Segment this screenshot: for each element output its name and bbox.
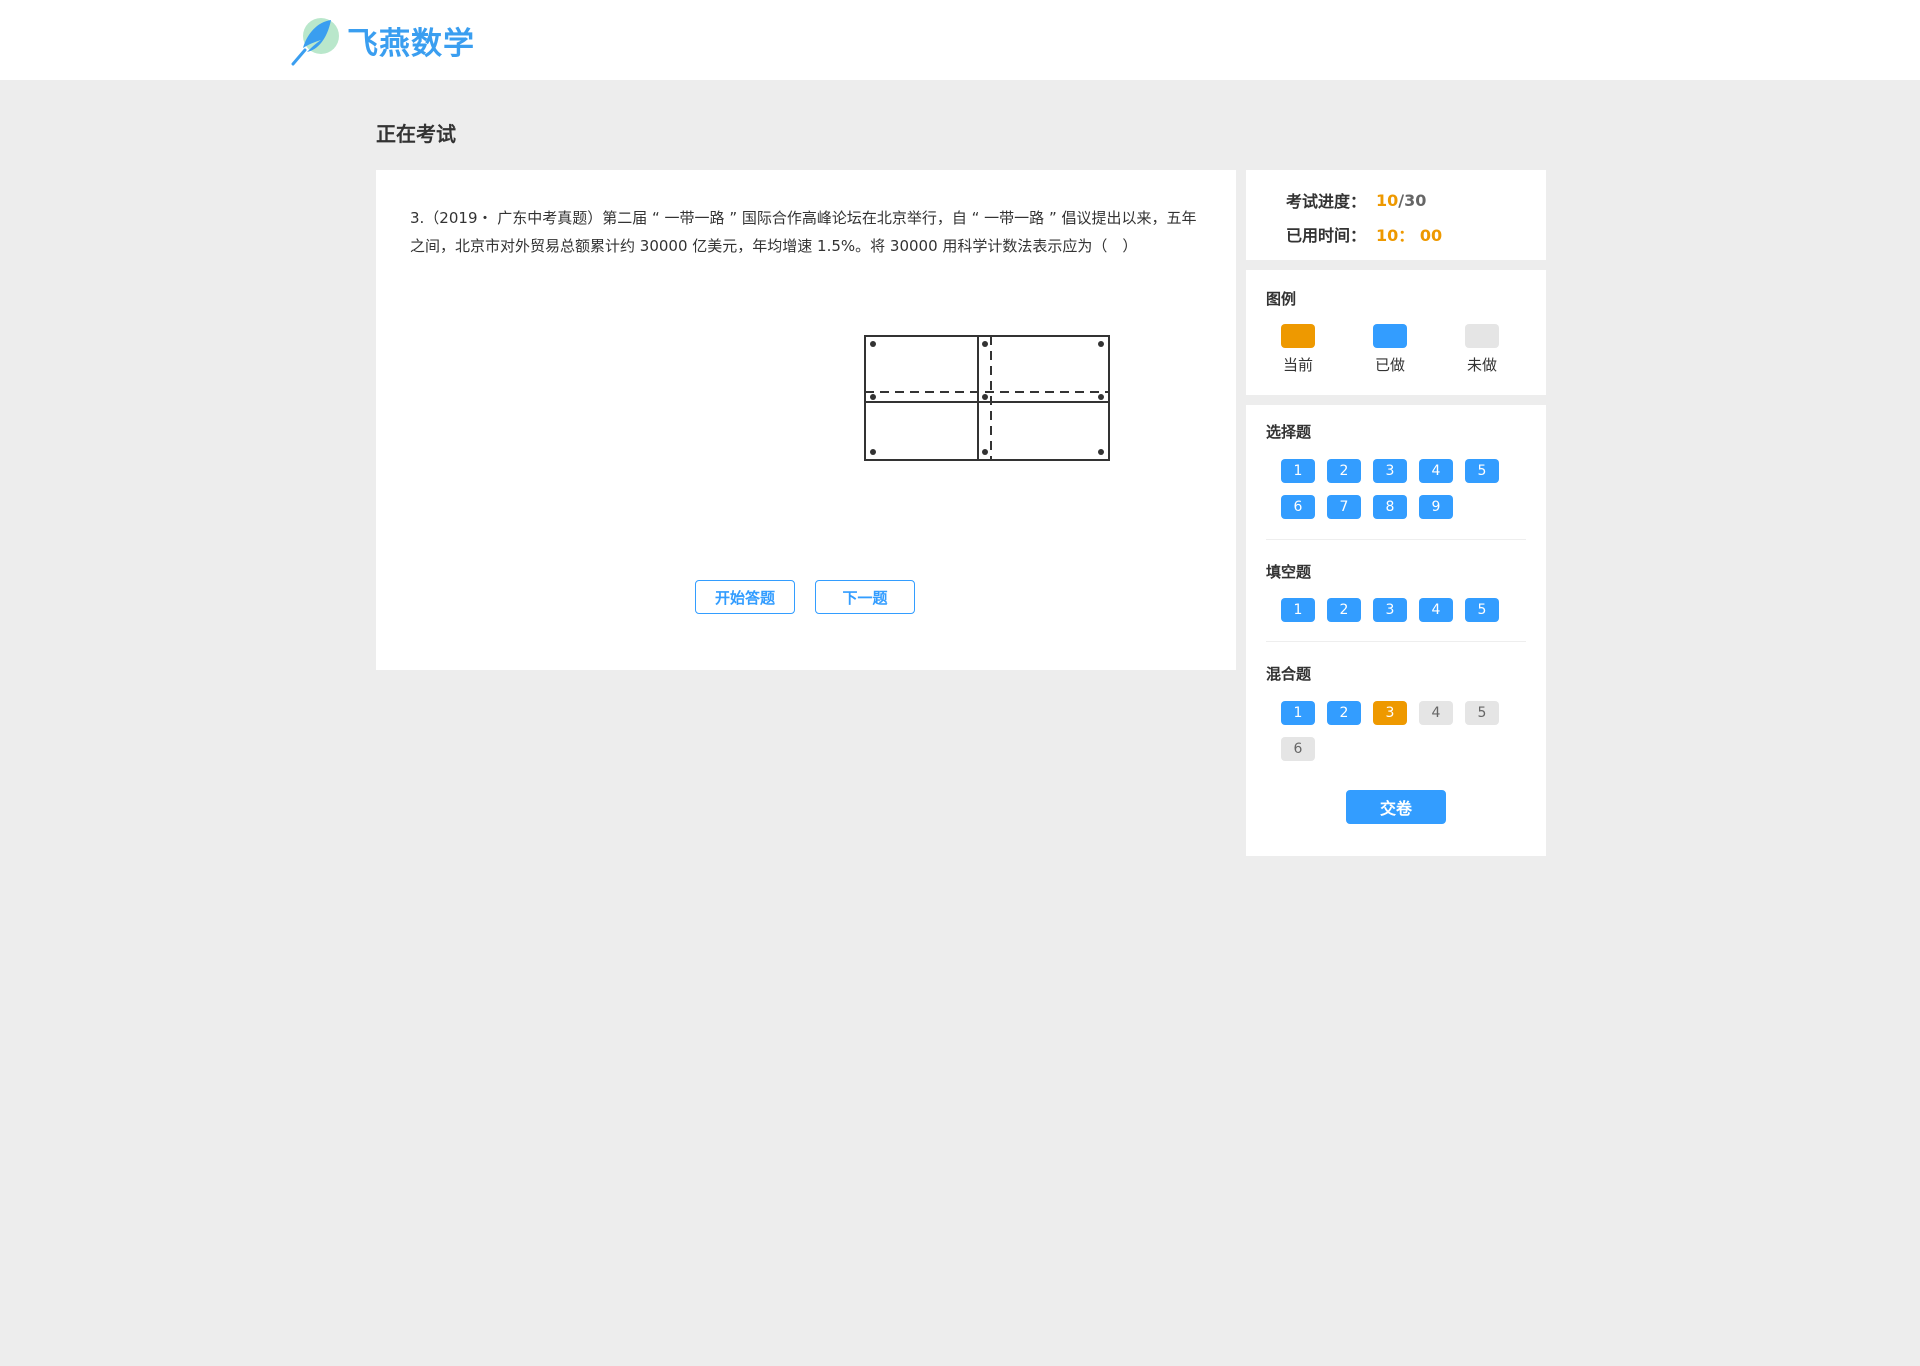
choice-question-3[interactable]: 3 <box>1373 459 1407 483</box>
start-answer-button[interactable]: 开始答题 <box>695 580 795 614</box>
choice-question-8[interactable]: 8 <box>1373 495 1407 519</box>
progress-current: 10 <box>1376 190 1399 210</box>
mixed-question-5[interactable]: 5 <box>1465 701 1499 725</box>
choice-question-1[interactable]: 1 <box>1281 459 1315 483</box>
logo-text: 飞燕数学 <box>347 25 475 62</box>
progress-row: 考试进度： 10 / 30 <box>1286 188 1426 212</box>
legend-panel: 图例 当前 已做 未做 <box>1246 270 1546 395</box>
legend-label: 已做 <box>1374 356 1405 374</box>
page-title: 正在考试 <box>376 122 456 146</box>
progress-total: 30 <box>1404 190 1427 210</box>
fill-question-3[interactable]: 3 <box>1373 598 1407 622</box>
mixed-question-4[interactable]: 4 <box>1419 701 1453 725</box>
choice-question-6[interactable]: 6 <box>1281 495 1315 519</box>
fill-question-5[interactable]: 5 <box>1465 598 1499 622</box>
mixed-question-6[interactable]: 6 <box>1281 737 1315 761</box>
elapsed-time-label: 已用时间： <box>1286 226 1367 245</box>
choice-question-2[interactable]: 2 <box>1327 459 1361 483</box>
question-figure <box>864 335 1110 461</box>
choice-question-5[interactable]: 5 <box>1465 459 1499 483</box>
legend-label: 当前 <box>1282 356 1313 374</box>
choice-question-9[interactable]: 9 <box>1419 495 1453 519</box>
fill-question-4[interactable]: 4 <box>1419 598 1453 622</box>
choice-question-7[interactable]: 7 <box>1327 495 1361 519</box>
legend-title: 图例 <box>1266 290 1297 308</box>
legend-swatch-todo <box>1465 324 1499 348</box>
feather-logo-icon <box>287 14 343 66</box>
logo[interactable]: 飞燕数学 <box>287 14 475 66</box>
mixed-question-1[interactable]: 1 <box>1281 701 1315 725</box>
section-title-choice: 选择题 <box>1266 423 1312 441</box>
section-title-mixed: 混合题 <box>1266 665 1312 683</box>
answer-sheet-panel: 选择题 1 2 3 4 5 6 7 8 9 填空题 1 2 3 4 5 混合题 … <box>1246 405 1546 856</box>
fill-question-2[interactable]: 2 <box>1327 598 1361 622</box>
mixed-question-2[interactable]: 2 <box>1327 701 1361 725</box>
progress-label: 考试进度： <box>1286 192 1367 211</box>
submit-exam-button[interactable]: 交卷 <box>1346 790 1446 824</box>
legend-item-done: 已做 <box>1365 324 1415 375</box>
next-question-button[interactable]: 下一题 <box>815 580 915 614</box>
section-divider <box>1266 641 1526 642</box>
exam-progress-panel: 考试进度： 10 / 30 已用时间： 10： 00 <box>1246 170 1546 260</box>
section-divider <box>1266 539 1526 540</box>
question-text: 3.（2019・ 广东中考真题）第二届 “ 一带一路 ” 国际合作高峰论坛在北京… <box>410 209 1197 255</box>
question-panel: 3.（2019・ 广东中考真题）第二届 “ 一带一路 ” 国际合作高峰论坛在北京… <box>376 170 1236 670</box>
fill-question-1[interactable]: 1 <box>1281 598 1315 622</box>
legend-swatch-done <box>1373 324 1407 348</box>
mixed-question-3[interactable]: 3 <box>1373 701 1407 725</box>
legend-swatch-current <box>1281 324 1315 348</box>
legend-label: 未做 <box>1466 356 1497 374</box>
top-header: 飞燕数学 <box>0 0 1920 80</box>
elapsed-time-value: 10： 00 <box>1376 226 1443 245</box>
legend-item-todo: 未做 <box>1457 324 1507 375</box>
choice-question-4[interactable]: 4 <box>1419 459 1453 483</box>
section-title-fill: 填空题 <box>1266 563 1312 581</box>
legend-item-current: 当前 <box>1273 324 1323 375</box>
elapsed-time-row: 已用时间： 10： 00 <box>1286 222 1442 246</box>
